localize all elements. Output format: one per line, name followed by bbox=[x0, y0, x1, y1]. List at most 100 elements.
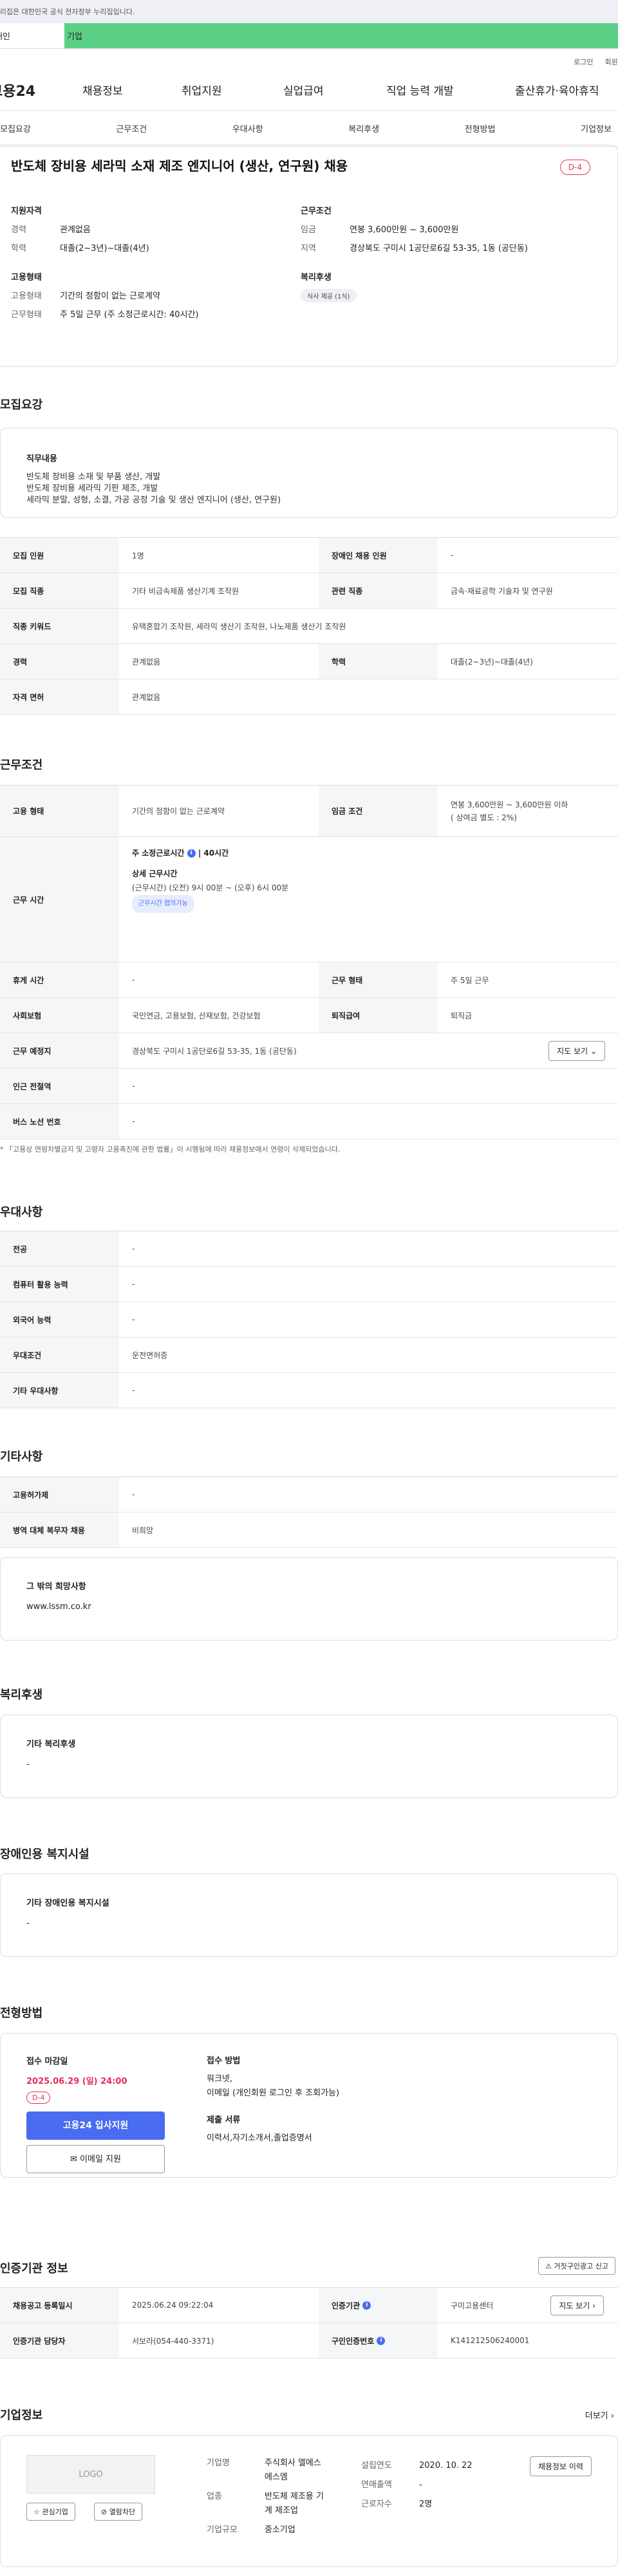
more-label: 더보기 bbox=[585, 2411, 608, 2421]
cert-map-label: 지도 보기 bbox=[559, 2301, 590, 2310]
apply-box: 접수 마감일 2025.06.29 (일) 24:00 D-4 고용24 입사지… bbox=[0, 2033, 618, 2178]
gnb-item-jobs[interactable]: 채용정보 bbox=[82, 82, 123, 98]
row-label: 채용공고 등록일시 bbox=[0, 2288, 119, 2323]
deadline-heading: 접수 마감일 bbox=[26, 2057, 68, 2066]
cert-table: 채용공고 등록일시 2025.06.24 09:22:04 인증기관 i 구미고… bbox=[0, 2287, 618, 2359]
hope-heading: 그 밖의 희망사항 bbox=[26, 1582, 86, 1592]
etc-title: 기타사항 bbox=[0, 1450, 43, 1464]
company-box: LOGO ☆ 관심기업 ⊘ 열람차단 기업명 주식회사 엘에스 에스엠 업종 반도체 … bbox=[0, 2435, 618, 2567]
lnb-pref[interactable]: 우대사항 bbox=[232, 122, 263, 134]
row-label: 인증기관 i bbox=[319, 2288, 438, 2323]
site-logo[interactable]: 고용24 bbox=[0, 80, 66, 100]
row-value: 관계없음 bbox=[132, 657, 161, 667]
history-button[interactable]: 채용정보 이력 bbox=[529, 2456, 592, 2476]
gnb-item-training[interactable]: 직업 능력 개발 bbox=[386, 82, 454, 98]
deadline-value: 2025.06.29 (일) 24:00 bbox=[26, 2077, 127, 2086]
row-value: 경상북도 구미시 1공단로6길 53-35, 1동 (공단동) bbox=[132, 1046, 297, 1056]
section-nav: 모집요강 근무조건 우대사항 복리후생 전형방법 기업정보 bbox=[0, 111, 618, 147]
tab-corp[interactable]: 기업 bbox=[64, 23, 618, 48]
member-type-tabs: 개인 기업 bbox=[0, 23, 618, 49]
est-value: 2020. 10. 22 bbox=[419, 2461, 473, 2470]
employees-label: 근로자수 bbox=[361, 2499, 392, 2509]
welfare-chip: 식사 제공 (1식) bbox=[301, 289, 357, 302]
lnb-welfare[interactable]: 복리후생 bbox=[348, 122, 379, 134]
row-value: 유택혼합기 조작원, 세라믹 생산기 조작원, 나노제품 생산기 조작원 bbox=[132, 621, 346, 631]
row-label: 장애인 채용 인원 bbox=[319, 538, 438, 573]
row-label: 관련 직종 bbox=[319, 573, 438, 608]
disabled-box: 기타 장애인용 복지시설 - bbox=[0, 1873, 618, 1957]
login-link[interactable]: 로그인 bbox=[574, 57, 593, 67]
info-icon[interactable]: i bbox=[362, 2301, 371, 2310]
join-link[interactable]: 회원가입 bbox=[605, 57, 618, 67]
sales-label: 연매출액 bbox=[361, 2480, 392, 2490]
age-note: * 「고용상 연령차별금지 및 고령자 고용촉진에 관한 법률」이 시행됨에 따… bbox=[0, 1145, 341, 1154]
row-label: 근무 형태 bbox=[319, 962, 438, 997]
tab-person[interactable]: 개인 bbox=[0, 23, 64, 48]
table-row: 경력 관계없음 학력 대졸(2~3년)~대졸(4년) bbox=[0, 644, 618, 679]
favorite-button[interactable]: ☆ 관심기업 bbox=[26, 2503, 75, 2521]
cond-heading: 근무조건 bbox=[301, 207, 332, 216]
lnb-work[interactable]: 근무조건 bbox=[116, 122, 147, 134]
more-link[interactable]: 더보기 › bbox=[585, 2409, 614, 2421]
pref-table: 전공 - 컴퓨터 활용 능력 - 외국어 능력 - 우대조건 운전면허증 기타 우대사항… bbox=[0, 1231, 618, 1408]
row-value: - bbox=[132, 1081, 135, 1090]
negotiable-chip: 근무시간 협의가능 bbox=[132, 895, 194, 913]
est-label: 설립연도 bbox=[361, 2461, 392, 2470]
table-row: 고용허가제 - bbox=[0, 1477, 618, 1513]
row-label: 휴게 시간 bbox=[0, 962, 119, 997]
dday-badge: D-4 bbox=[559, 160, 590, 175]
industry-value-2: 계 제조업 bbox=[265, 2506, 298, 2516]
alarm-icon: ⚠ bbox=[545, 2262, 552, 2270]
method-value-2: 이메일 (개인회원 로그인 후 조회가능) bbox=[207, 2088, 340, 2098]
favorite-label: 관심기업 bbox=[42, 2508, 68, 2516]
util-menu: 로그인 회원가입 bbox=[0, 54, 618, 69]
info-icon[interactable]: i bbox=[377, 2336, 386, 2345]
name-value-2: 에스엠 bbox=[265, 2472, 288, 2482]
gov-banner-text: 이 누리집은 대한민국 공식 전자정부 누리집입니다. bbox=[0, 8, 135, 16]
table-row: 모집 인원 1명 장애인 채용 인원 - bbox=[0, 538, 618, 573]
block-button[interactable]: ⊘ 열람차단 bbox=[94, 2503, 143, 2521]
table-row: 휴게 시간 - 근무 형태 주 5일 근무 bbox=[0, 962, 618, 998]
apply-title: 전형방법 bbox=[0, 2007, 43, 2020]
lnb-recruit[interactable]: 모집요강 bbox=[0, 122, 31, 134]
emptype-label: 고용형태 bbox=[11, 291, 42, 301]
row-label: 버스 노선 번호 bbox=[0, 1104, 119, 1139]
detail-hours-label: 상세 근무시간 bbox=[132, 869, 178, 878]
job-title: 반도체 장비용 세라믹 소재 제조 엔지니어 (생산, 연구원) 채용 bbox=[11, 158, 348, 174]
gnb-item-support[interactable]: 취업지원 bbox=[182, 82, 222, 98]
gnb-item-benefit[interactable]: 실업급여 bbox=[283, 82, 324, 98]
lnb-company[interactable]: 기업정보 bbox=[581, 122, 612, 134]
map-button[interactable]: 지도 보기 ⌄ bbox=[548, 1040, 605, 1061]
lnb-apply[interactable]: 전형방법 bbox=[465, 122, 496, 134]
weekly-hours-value: 40시간 bbox=[203, 849, 229, 858]
name-label: 기업명 bbox=[207, 2458, 230, 2468]
info-icon[interactable]: i bbox=[187, 849, 196, 858]
duty-lines: 반도체 장비용 소재 및 부품 생산, 개발 반도체 장비용 세라믹 기판 제조… bbox=[26, 472, 592, 506]
apply-button[interactable]: 고용24 입사지원 bbox=[26, 2111, 165, 2140]
email-apply-label: 이메일 지원 bbox=[80, 2155, 121, 2164]
method-value: 워크넷, bbox=[207, 2074, 233, 2084]
gnb-item-leave[interactable]: 출산휴가·육아휴직 bbox=[515, 82, 599, 98]
table-row: 우대조건 운전면허증 bbox=[0, 1338, 618, 1373]
row-value: 관계없음 bbox=[132, 692, 161, 702]
row-label: 자격 면허 bbox=[0, 679, 119, 714]
row-value: K141212506240001 bbox=[451, 2336, 530, 2345]
name-value: 주식회사 엘에스 bbox=[265, 2458, 321, 2468]
chevron-down-icon: ⌄ bbox=[590, 1046, 597, 1056]
disabled-title: 장애인용 복지시설 bbox=[0, 1848, 89, 1861]
cert-map-button[interactable]: 지도 보기 › bbox=[550, 2295, 604, 2315]
table-row: 자격 면허 관계없음 bbox=[0, 679, 618, 715]
weekly-hours: 주 소정근로시간 i | 40시간 bbox=[132, 849, 229, 858]
apply-dday-badge: D-4 bbox=[26, 2092, 51, 2104]
table-row: 버스 노선 번호 - bbox=[0, 1104, 618, 1139]
org-label: 인증기관 bbox=[332, 2301, 360, 2310]
email-apply-button[interactable]: ✉ 이메일 지원 bbox=[26, 2145, 165, 2173]
welfare-value: - bbox=[26, 1760, 30, 1769]
row-value: 금속·재료공학 기술자 및 연구원 bbox=[451, 586, 553, 596]
report-button[interactable]: ⚠ 거짓구인광고 신고 bbox=[538, 2257, 615, 2275]
row-value: 퇴직금 bbox=[451, 1011, 473, 1020]
row-label: 고용 형태 bbox=[0, 786, 119, 836]
wage-label: 임금 bbox=[301, 225, 316, 235]
table-row: 모집 직종 기타 비금속제품 생산기계 조작원 관련 직종 금속·재료공학 기술… bbox=[0, 573, 618, 609]
welfare-box: 기타 복리후생 - bbox=[0, 1715, 618, 1798]
